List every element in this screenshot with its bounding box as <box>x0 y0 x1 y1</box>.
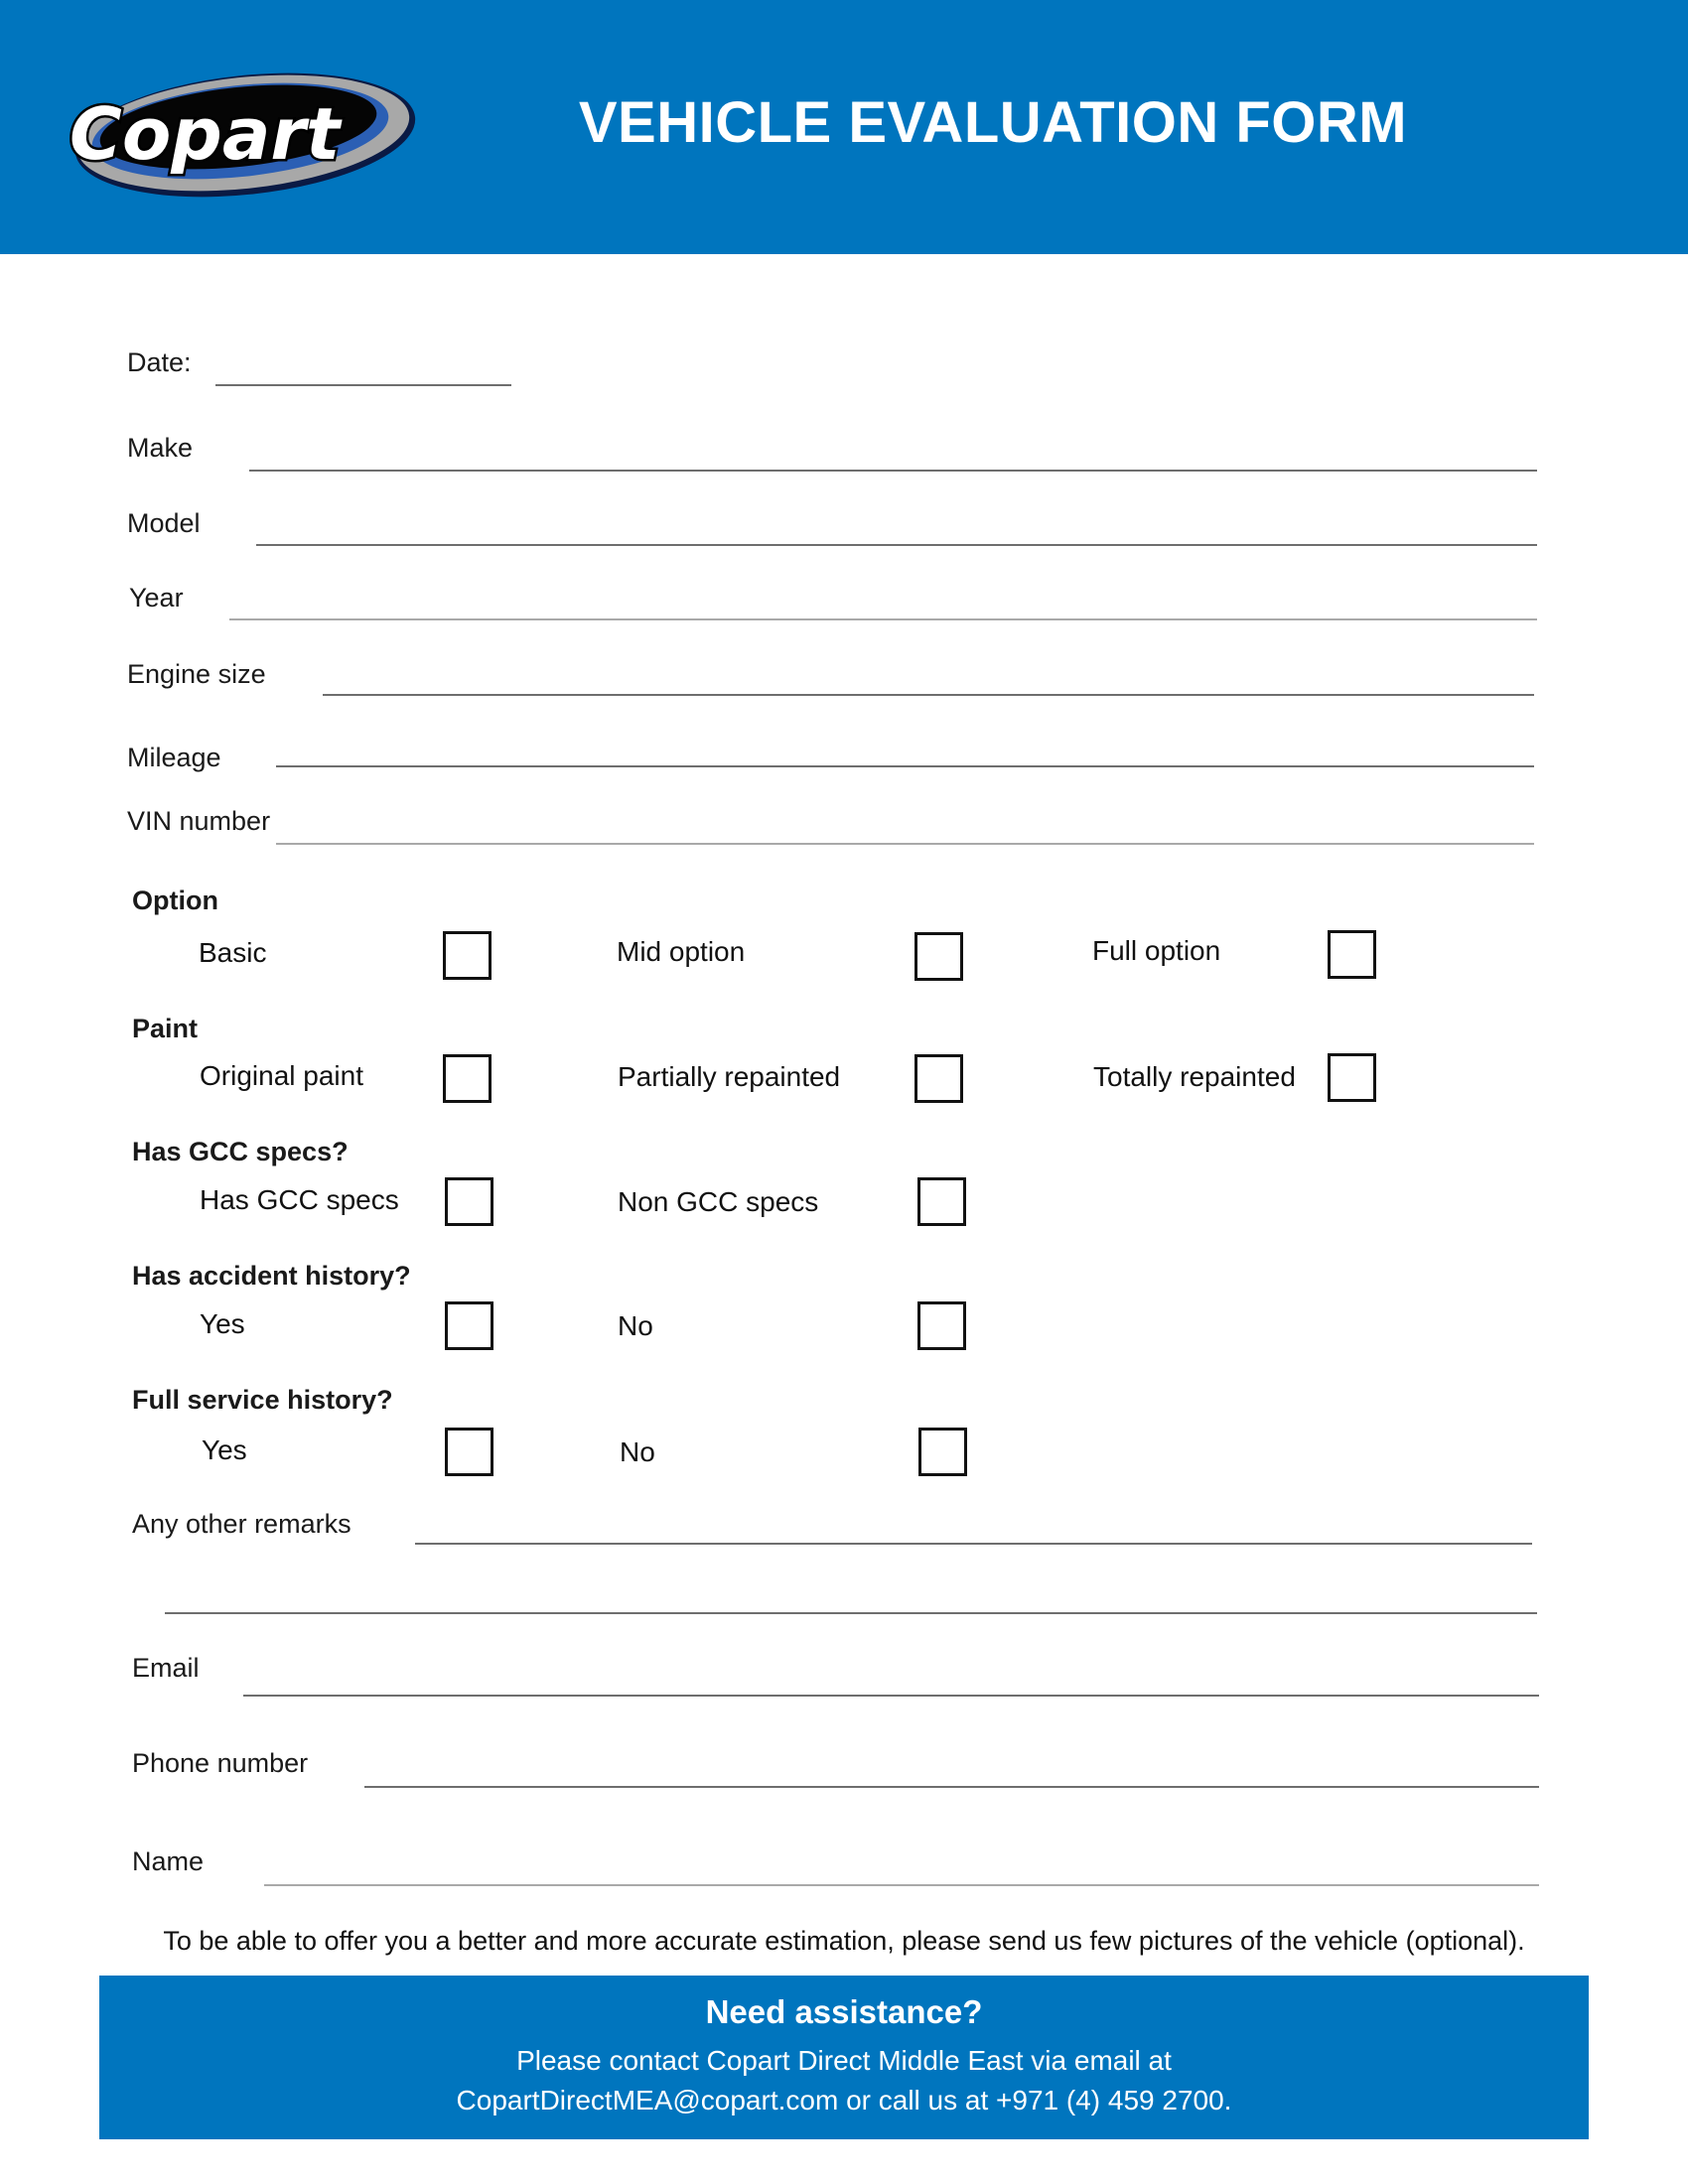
year-field[interactable] <box>229 618 1537 620</box>
assistance-heading: Need assistance? <box>705 1993 983 2030</box>
assistance-box: Need assistance? Please contact Copart D… <box>99 1976 1589 2139</box>
service-yes-label: Yes <box>202 1434 247 1465</box>
model-field[interactable] <box>256 544 1537 546</box>
date-label: Date: <box>127 347 192 377</box>
assistance-email-link[interactable]: CopartDirectMEA@copart.com <box>457 2085 839 2116</box>
paint-partial-checkbox[interactable] <box>914 1054 963 1103</box>
option-mid-label: Mid option <box>617 936 746 967</box>
gcc-no-label: Non GCC specs <box>618 1186 819 1217</box>
email-label: Email <box>132 1653 200 1683</box>
phone-field[interactable] <box>364 1786 1539 1788</box>
option-full-label: Full option <box>1092 935 1221 966</box>
phone-label: Phone number <box>132 1748 309 1778</box>
paint-original-label: Original paint <box>200 1060 363 1091</box>
name-field[interactable] <box>264 1884 1539 1886</box>
name-label: Name <box>132 1846 205 1876</box>
make-label: Make <box>127 433 194 463</box>
logo-text: Copart <box>70 92 343 176</box>
option-basic-checkbox[interactable] <box>443 931 492 980</box>
gcc-heading: Has GCC specs? <box>132 1137 349 1166</box>
remarks-label: Any other remarks <box>132 1509 352 1539</box>
service-no-label: No <box>620 1436 655 1467</box>
paint-heading: Paint <box>132 1014 199 1043</box>
paint-partial-label: Partially repainted <box>618 1061 841 1092</box>
remarks-field-line-2[interactable] <box>165 1612 1537 1614</box>
accident-no-label: No <box>618 1310 653 1341</box>
engine-size-label: Engine size <box>127 659 266 689</box>
make-field[interactable] <box>249 470 1537 472</box>
paint-total-label: Totally repainted <box>1093 1061 1296 1092</box>
remarks-field[interactable] <box>415 1543 1532 1545</box>
date-field[interactable] <box>215 384 511 386</box>
copart-logo: Copart <box>68 72 416 198</box>
option-full-checkbox[interactable] <box>1328 930 1376 979</box>
year-label: Year <box>129 583 184 613</box>
mileage-label: Mileage <box>127 743 221 772</box>
pictures-note: To be able to offer you a better and mor… <box>163 1926 1525 1956</box>
assistance-line-1: Please contact Copart Direct Middle East… <box>516 2045 1172 2076</box>
service-no-checkbox[interactable] <box>918 1428 967 1476</box>
option-heading: Option <box>132 886 218 915</box>
gcc-yes-checkbox[interactable] <box>445 1177 493 1226</box>
engine-size-field[interactable] <box>323 694 1534 696</box>
service-yes-checkbox[interactable] <box>445 1428 493 1476</box>
header-banner: Copart VEHICLE EVALUATION FORM <box>0 0 1688 254</box>
form-title: VEHICLE EVALUATION FORM <box>578 90 1408 155</box>
assistance-line-2: CopartDirectMEA@copart.com or call us at… <box>99 2085 1589 2116</box>
paint-total-checkbox[interactable] <box>1328 1053 1376 1102</box>
gcc-yes-label: Has GCC specs <box>200 1184 399 1215</box>
service-heading: Full service history? <box>132 1385 393 1415</box>
assistance-phone-text: or call us at +971 (4) 459 2700. <box>838 2085 1232 2116</box>
vin-label: VIN number <box>127 806 271 836</box>
gcc-no-checkbox[interactable] <box>917 1177 966 1226</box>
paint-original-checkbox[interactable] <box>443 1054 492 1103</box>
option-basic-label: Basic <box>199 937 267 968</box>
mileage-field[interactable] <box>276 765 1534 767</box>
accident-no-checkbox[interactable] <box>917 1301 966 1350</box>
vin-field[interactable] <box>276 843 1534 845</box>
model-label: Model <box>127 508 201 538</box>
accident-yes-checkbox[interactable] <box>445 1301 493 1350</box>
email-field[interactable] <box>243 1695 1539 1697</box>
accident-heading: Has accident history? <box>132 1261 411 1291</box>
accident-yes-label: Yes <box>200 1308 245 1339</box>
option-mid-checkbox[interactable] <box>914 932 963 981</box>
